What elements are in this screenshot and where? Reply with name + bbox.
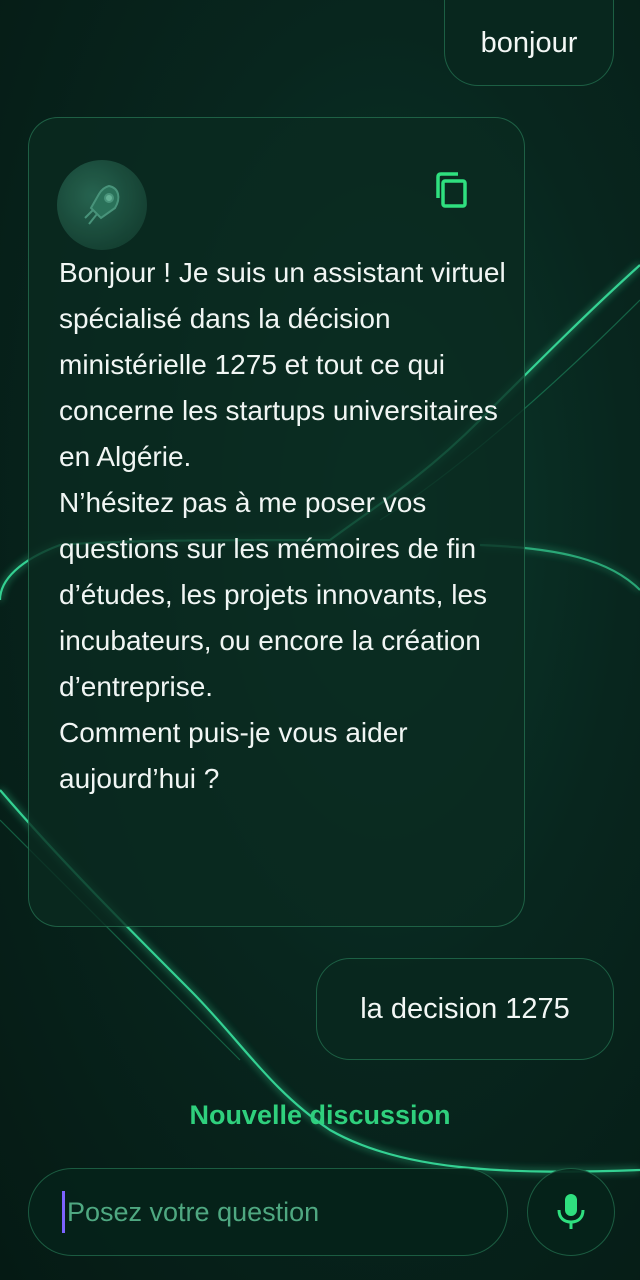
assistant-message-bubble: Bonjour ! Je suis un assistant virtuel s… (28, 117, 525, 927)
microphone-icon (557, 1194, 585, 1229)
copy-icon[interactable] (429, 168, 479, 218)
question-input-placeholder: Posez votre question (67, 1196, 320, 1227)
user-message-text: la decision 1275 (360, 992, 570, 1025)
text-caret (62, 1191, 65, 1233)
rocket-icon (84, 184, 120, 225)
question-input[interactable]: Posez votre question (28, 1168, 508, 1256)
microphone-button[interactable] (527, 1168, 615, 1256)
assistant-avatar (57, 160, 147, 250)
new-discussion-button[interactable]: Nouvelle discussion (0, 1100, 640, 1131)
user-message-bubble: la decision 1275 (316, 958, 614, 1060)
user-message-bubble: bonjour (444, 0, 614, 86)
user-message-text: bonjour (480, 26, 578, 59)
assistant-message-text: Bonjour ! Je suis un assistant virtuel s… (59, 257, 506, 794)
